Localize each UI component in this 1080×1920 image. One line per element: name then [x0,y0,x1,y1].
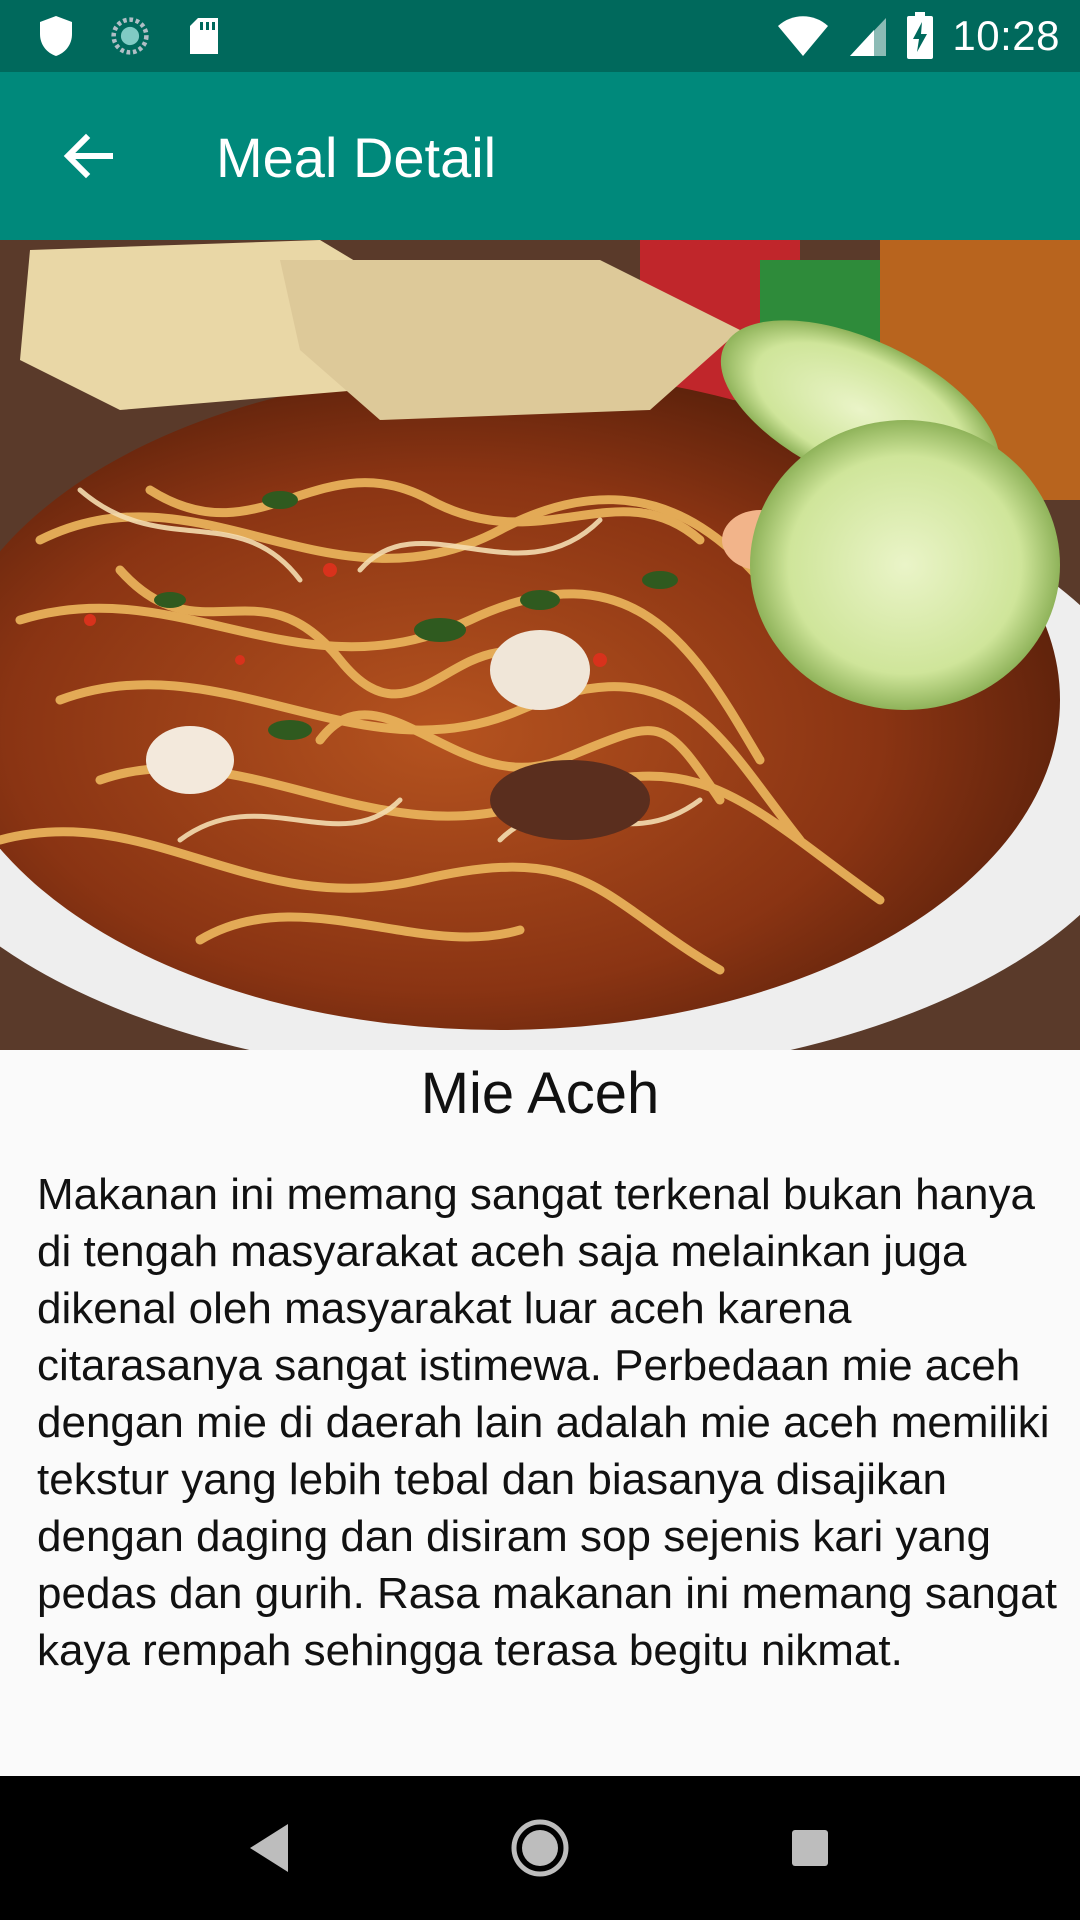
system-nav-bar [0,1776,1080,1920]
status-notification-icons [36,14,224,58]
shield-icon [40,16,72,56]
wifi-icon [778,16,829,56]
status-system-icons: 10:28 [776,8,1060,64]
app-bar: Meal Detail [0,72,1080,240]
nav-home-icon[interactable] [504,1812,576,1884]
status-clock: 10:28 [952,12,1060,59]
sd-card-icon [190,18,218,54]
status-bar: 10:28 [0,0,1080,72]
meal-name: Mie Aceh [420,1061,660,1126]
meal-image [0,240,1080,1050]
arrow-back-icon [63,133,113,179]
page-title: Meal Detail [216,126,497,189]
battery-charging-icon [907,12,934,59]
nav-back-icon[interactable] [234,1812,306,1884]
nav-recents-icon[interactable] [774,1812,846,1884]
back-button[interactable] [44,112,132,200]
meal-description: Makanan ini memang sangat terkenal bukan… [37,1170,1057,1675]
sync-icon [111,17,149,55]
cell-signal-icon [850,18,887,56]
